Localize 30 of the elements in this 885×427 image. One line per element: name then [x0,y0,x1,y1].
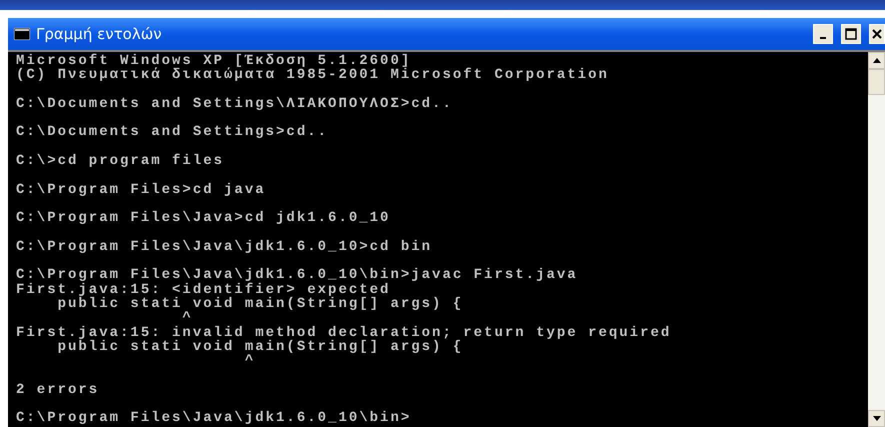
scrollbar[interactable] [868,52,885,427]
maximize-button[interactable] [841,24,861,44]
console-line: 2 errors [16,382,100,398]
scroll-thumb[interactable] [868,69,885,95]
console-line: C:\Program Files\Java\jdk1.6.0_10\bin> [16,410,412,426]
close-icon [872,29,882,39]
down-arrow-icon [872,416,880,421]
console-line: First.java:15: <identifier> expected [16,282,390,298]
minimize-icon [820,37,826,39]
console-line: ^ [182,310,193,326]
console-line: C:\Documents and Settings\ΛΙΑΚΟΠΟΥΛΟΣ>cd.. [16,96,453,112]
minimize-button[interactable] [813,24,833,44]
console-line: C:\>cd program files [16,153,224,170]
console-line: public stati void main(String[] args) { [56,296,464,312]
console-line: First.java:15: invalid method declaration; return type required [16,324,672,341]
console-line: ^ [244,353,256,370]
scroll-down-button[interactable] [868,410,885,427]
scroll-up-button[interactable] [868,52,885,69]
console-line: C:\Program Files>cd java [16,182,266,198]
maximize-icon [845,28,857,40]
window-title: Γραμμή εντολών [36,25,163,43]
close-button[interactable] [869,24,885,44]
console-line: public stati void main(String[] args) { [58,338,464,355]
console-line: C:\Documents and Settings>cd.. [16,124,328,140]
up-arrow-icon [872,58,880,63]
console-icon [14,28,30,40]
console-line: C:\Program Files\Java>cd jdk1.6.0_10 [16,210,390,226]
console-line: C:\Program Files\Java\jdk1.6.0_10\bin>javac First.java [16,267,578,284]
console-line: (C) Πνευματικά δικαιώματα 1985-2001 Microsoft Corporation [16,67,609,84]
console-line: C:\Program Files\Java\jdk1.6.0_10>cd bin [16,238,432,255]
